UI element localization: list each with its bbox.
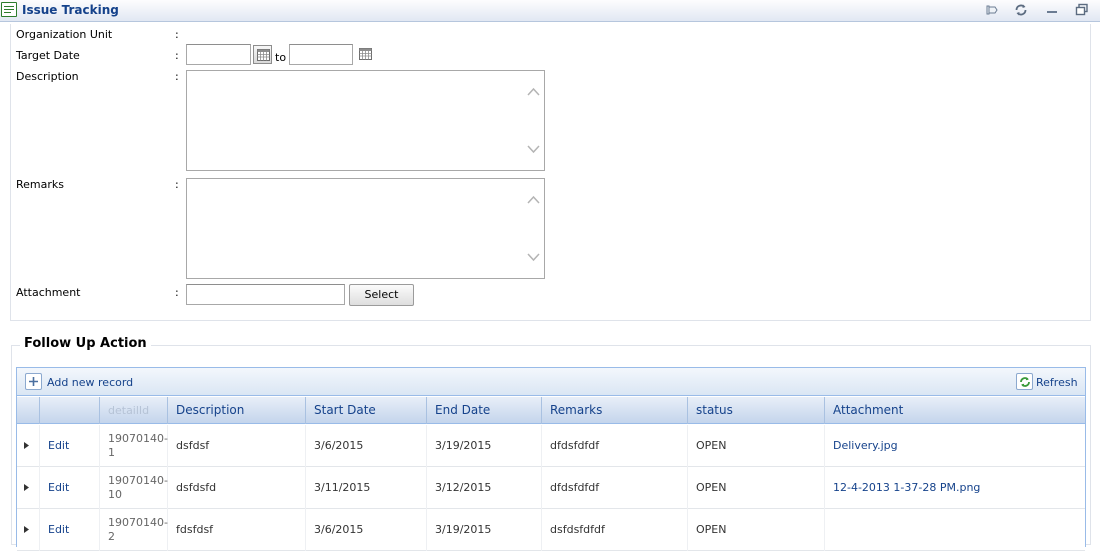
scroll-up-icon[interactable]: [527, 87, 540, 96]
end-date-cell: 3/19/2015: [427, 509, 542, 551]
status-cell: OPEN: [688, 467, 825, 509]
attachment-link[interactable]: 12-4-2013 1-37-28 PM.png: [825, 467, 1085, 509]
window-list-icon: [1, 2, 17, 17]
table-row: Edit 19070140-10 dsfdsfd 3/11/2015 3/12/…: [17, 467, 1085, 509]
status-cell: OPEN: [688, 425, 825, 467]
colon: :: [175, 28, 179, 41]
restore-icon[interactable]: [1074, 2, 1090, 18]
detail-id-cell: 19070140-2: [100, 509, 168, 551]
follow-up-legend: Follow Up Action: [20, 336, 151, 351]
to-label: to: [275, 51, 287, 64]
colon: :: [175, 178, 179, 191]
table-row: Edit 19070140-2 fdsfdsf 3/6/2015 3/19/20…: [17, 509, 1085, 551]
edit-link[interactable]: Edit: [40, 425, 100, 467]
start-date-cell: 3/6/2015: [306, 425, 427, 467]
minimize-icon[interactable]: [1044, 2, 1060, 18]
detail-id-cell: 19070140-10: [100, 467, 168, 509]
window-title: Issue Tracking: [22, 3, 119, 17]
refresh-button[interactable]: Refresh: [1016, 373, 1079, 391]
detail-id-cell: 19070140-1: [100, 425, 168, 467]
table-row: Edit 19070140-1 dsfdsf 3/6/2015 3/19/201…: [17, 425, 1085, 467]
pin-icon[interactable]: [984, 2, 1000, 18]
select-file-button[interactable]: Select: [349, 284, 414, 306]
refresh-icon[interactable]: [1013, 2, 1029, 18]
description-cell: dsfdsf: [168, 425, 306, 467]
end-date-cell: 3/12/2015: [427, 467, 542, 509]
scroll-up-icon[interactable]: [527, 195, 540, 204]
refresh-icon: [1016, 373, 1033, 390]
grid-header: detailId Description Start Date End Date…: [17, 397, 1085, 424]
header-description[interactable]: Description: [168, 397, 306, 424]
expand-arrow-icon: [24, 484, 29, 491]
refresh-label: Refresh: [1036, 376, 1078, 389]
start-date-cell: 3/6/2015: [306, 509, 427, 551]
follow-up-grid: Add new record Refresh detailId Descript…: [16, 367, 1086, 551]
remarks-cell: dsfdsfdfdf: [542, 509, 688, 551]
issue-form-panel: [10, 24, 1091, 321]
add-record-label: Add new record: [47, 376, 134, 389]
row-expander[interactable]: [17, 425, 40, 467]
calendar-icon[interactable]: [356, 45, 375, 64]
expand-arrow-icon: [24, 526, 29, 533]
row-expander[interactable]: [17, 467, 40, 509]
remarks-label: Remarks: [16, 178, 64, 191]
remarks-cell: dfdsfdfdf: [542, 425, 688, 467]
edit-link[interactable]: Edit: [40, 467, 100, 509]
start-date-cell: 3/11/2015: [306, 467, 427, 509]
attachment-input[interactable]: [186, 284, 345, 305]
remarks-textarea[interactable]: [186, 178, 545, 279]
colon: :: [175, 286, 179, 299]
header-end-date[interactable]: End Date: [427, 397, 542, 424]
header-detailid[interactable]: detailId: [100, 397, 168, 424]
target-date-from-input[interactable]: [186, 44, 251, 65]
calendar-icon[interactable]: [253, 45, 272, 64]
target-date-label: Target Date: [16, 49, 80, 62]
header-remarks[interactable]: Remarks: [542, 397, 688, 424]
window-titlebar: Issue Tracking: [0, 0, 1100, 22]
status-cell: OPEN: [688, 509, 825, 551]
header-attachment[interactable]: Attachment: [825, 397, 1085, 424]
edit-link[interactable]: Edit: [40, 509, 100, 551]
end-date-cell: 3/19/2015: [427, 425, 542, 467]
header-status[interactable]: status: [688, 397, 825, 424]
grid-toolbar: Add new record Refresh: [17, 368, 1085, 396]
header-edit-column: [40, 397, 100, 424]
target-date-to-input[interactable]: [289, 44, 353, 65]
description-label: Description: [16, 70, 79, 83]
scroll-down-icon[interactable]: [527, 145, 540, 154]
attachment-link[interactable]: Delivery.jpg: [825, 425, 1085, 467]
row-expander[interactable]: [17, 509, 40, 551]
attachment-label: Attachment: [16, 286, 81, 299]
remarks-cell: dfdsfdfdf: [542, 467, 688, 509]
org-unit-label: Organization Unit: [16, 28, 113, 41]
colon: :: [175, 49, 179, 62]
scroll-down-icon[interactable]: [527, 253, 540, 262]
description-cell: dsfdsfd: [168, 467, 306, 509]
plus-icon: [25, 373, 42, 390]
description-cell: fdsfdsf: [168, 509, 306, 551]
description-textarea[interactable]: [186, 70, 545, 171]
attachment-link[interactable]: [825, 509, 1085, 551]
colon: :: [175, 70, 179, 83]
header-start-date[interactable]: Start Date: [306, 397, 427, 424]
expand-arrow-icon: [24, 442, 29, 449]
header-expander-column: [17, 397, 40, 424]
